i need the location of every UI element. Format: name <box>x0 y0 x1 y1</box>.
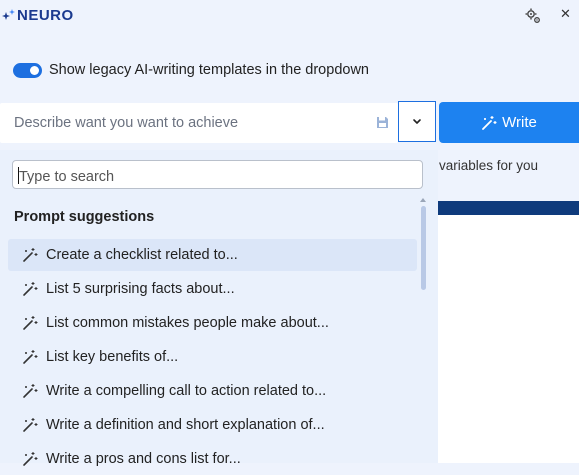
legacy-templates-toggle-label: Show legacy AI-writing templates in the … <box>49 62 369 78</box>
prompt-input[interactable]: Describe want you want to achieve <box>0 103 398 143</box>
settings-icon[interactable] <box>524 7 542 25</box>
close-icon[interactable]: ✕ <box>560 6 571 22</box>
write-button-label: Write <box>502 114 537 131</box>
chevron-down-icon <box>413 119 421 124</box>
background-content-area <box>438 215 579 463</box>
sparkle-icon <box>2 8 15 20</box>
suggestion-item[interactable]: List 5 surprising facts about... <box>8 273 417 305</box>
suggestion-item[interactable]: List common mistakes people make about..… <box>8 307 417 339</box>
neuro-logo: NEURO <box>2 7 74 24</box>
magic-wand-icon <box>23 350 38 364</box>
legacy-templates-toggle-row: Show legacy AI-writing templates in the … <box>13 59 369 81</box>
suggestion-item[interactable]: Write a compelling call to action relate… <box>8 375 417 407</box>
prompt-input-placeholder: Describe want you want to achieve <box>14 115 239 131</box>
magic-wand-icon <box>23 282 38 296</box>
magic-wand-icon <box>482 115 497 130</box>
suggestion-item-label: List key benefits of... <box>46 349 179 365</box>
write-button[interactable]: Write <box>439 102 579 143</box>
magic-wand-icon <box>23 248 38 262</box>
dropdown-scrollbar[interactable] <box>421 206 426 290</box>
magic-wand-icon <box>23 316 38 330</box>
search-placeholder: Type to search <box>19 169 115 185</box>
background-bar <box>438 201 579 215</box>
suggestion-item[interactable]: Write a definition and short explanation… <box>8 409 417 441</box>
suggestion-item-label: List common mistakes people make about..… <box>46 315 329 331</box>
suggestion-item[interactable]: Create a checklist related to... <box>8 239 417 271</box>
save-icon[interactable] <box>376 116 389 129</box>
search-input[interactable]: Type to search <box>12 160 423 189</box>
suggestion-item-label: Create a checklist related to... <box>46 247 238 263</box>
suggestion-item-label: Write a definition and short explanation… <box>46 417 325 433</box>
magic-wand-icon <box>23 418 38 432</box>
legacy-templates-toggle[interactable] <box>13 62 42 78</box>
prompt-suggestions-heading: Prompt suggestions <box>14 209 155 225</box>
suggestion-item-label: List 5 surprising facts about... <box>46 281 235 297</box>
scroll-up-arrow[interactable] <box>420 198 426 202</box>
magic-wand-icon <box>23 384 38 398</box>
suggestion-item[interactable]: List key benefits of... <box>8 341 417 373</box>
suggestion-item-label: Write a compelling call to action relate… <box>46 383 327 399</box>
suggestion-item[interactable]: Write a pros and cons list for... <box>8 443 417 475</box>
background-text: variables for you <box>439 158 539 173</box>
header-bar: NEURO ✕ <box>0 0 579 32</box>
template-dropdown-button[interactable] <box>398 101 436 142</box>
suggestion-item-label: Write a pros and cons list for... <box>46 451 241 467</box>
magic-wand-icon <box>23 452 38 466</box>
logo-text: NEURO <box>17 7 74 24</box>
